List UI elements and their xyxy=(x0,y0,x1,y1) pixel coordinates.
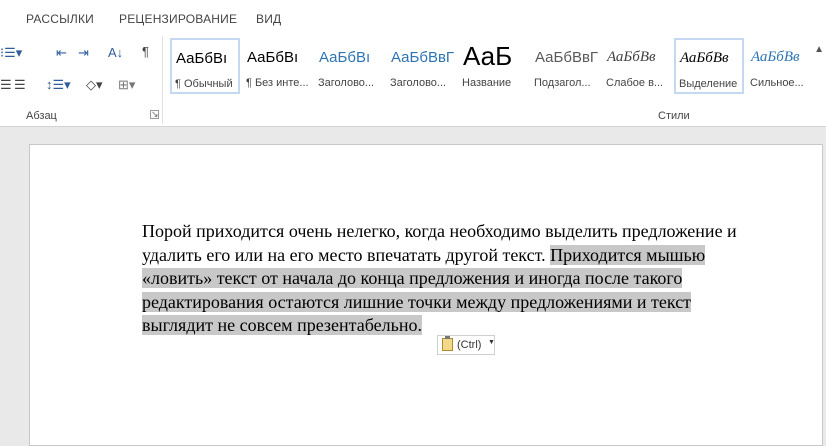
style-preview: АаБбВвГ xyxy=(535,49,599,66)
style-preview: АаБбВв xyxy=(607,49,656,65)
tab-view[interactable]: ВИД xyxy=(256,12,281,26)
document-paragraph[interactable]: Порой приходится очень нелегко, когда не… xyxy=(142,220,757,338)
multilevel-list-icon[interactable]: ⁝☰▾ xyxy=(0,45,22,61)
line-spacing-icon[interactable]: ↕☰▾ xyxy=(46,77,71,93)
group-divider xyxy=(162,36,163,124)
style-item[interactable]: АаБбВв Слабое в... xyxy=(602,38,672,94)
style-preview: АаБбВı xyxy=(319,49,371,66)
style-preview: АаБ xyxy=(463,41,513,71)
gallery-scroll-arrow-icon[interactable]: ▲ xyxy=(814,44,824,55)
style-name: Выделение xyxy=(679,78,738,90)
style-preview: АаБбВв xyxy=(680,50,729,66)
style-preview: АаБбВв xyxy=(751,49,800,65)
style-preview: АаБбВı xyxy=(176,50,228,67)
style-name: Заголово... xyxy=(390,77,447,89)
style-item[interactable]: АаБбВвГ Подзагол... xyxy=(530,38,600,94)
decrease-indent-icon[interactable]: ⇤ xyxy=(56,45,67,61)
style-name: Название xyxy=(462,77,512,89)
increase-indent-icon[interactable]: ⇥ xyxy=(78,45,89,61)
style-item[interactable]: АаБбВв Сильное... xyxy=(746,38,816,94)
justify-icon[interactable]: ☰ xyxy=(0,77,12,93)
style-item[interactable]: АаБбВвГ Заголово... xyxy=(386,38,456,94)
paragraph-group-label: Абзац xyxy=(26,110,57,122)
style-name: ¶ Без инте... xyxy=(246,77,309,89)
tab-review[interactable]: РЕЦЕНЗИРОВАНИЕ xyxy=(119,12,237,26)
paste-options-label: (Ctrl) xyxy=(457,339,482,351)
style-item[interactable]: АаБбВı Заголово... xyxy=(314,38,384,94)
clipboard-icon xyxy=(442,336,453,351)
pilcrow-icon[interactable]: ¶ xyxy=(142,44,149,59)
style-name: ¶ Обычный xyxy=(175,78,233,90)
style-name: Подзагол... xyxy=(534,77,591,89)
styles-group-label: Стили xyxy=(658,110,690,122)
style-name: Сильное... xyxy=(750,77,804,89)
ribbon-tabs: РАССЫЛКИ РЕЦЕНЗИРОВАНИЕ ВИД xyxy=(0,0,826,34)
style-item[interactable]: АаБбВı ¶ Без инте... xyxy=(242,38,312,94)
borders-icon[interactable]: ⊞▾ xyxy=(118,77,135,93)
style-item[interactable]: АаБбВв Выделение xyxy=(674,38,744,94)
ribbon: РАССЫЛКИ РЕЦЕНЗИРОВАНИЕ ВИД ⁝☰▾ ⇤ ⇥ A↓ ¶… xyxy=(0,0,826,127)
shading-icon[interactable]: ◇▾ xyxy=(86,77,103,93)
style-preview: АаБбВвГ xyxy=(391,49,455,66)
style-name: Заголово... xyxy=(318,77,375,89)
paste-options-button[interactable]: (Ctrl) ▼ xyxy=(437,335,495,355)
styles-gallery: АаБбВı ¶ Обычный АаБбВı ¶ Без инте... АаБбВı… xyxy=(170,38,818,96)
style-name: Слабое в... xyxy=(606,77,664,89)
sort-icon[interactable]: A↓ xyxy=(108,45,123,60)
style-item[interactable]: АаБ Название xyxy=(458,38,528,94)
tab-mailings[interactable]: РАССЫЛКИ xyxy=(26,12,94,26)
style-preview: АаБбВı xyxy=(247,49,299,66)
paragraph-dialog-launcher-icon[interactable]: ↘ xyxy=(150,110,159,119)
justify-icon[interactable]: ☰ xyxy=(14,77,26,93)
style-item[interactable]: АаБбВı ¶ Обычный xyxy=(170,38,240,94)
document-page[interactable]: Порой приходится очень нелегко, когда не… xyxy=(29,144,823,446)
chevron-down-icon: ▼ xyxy=(488,339,495,346)
